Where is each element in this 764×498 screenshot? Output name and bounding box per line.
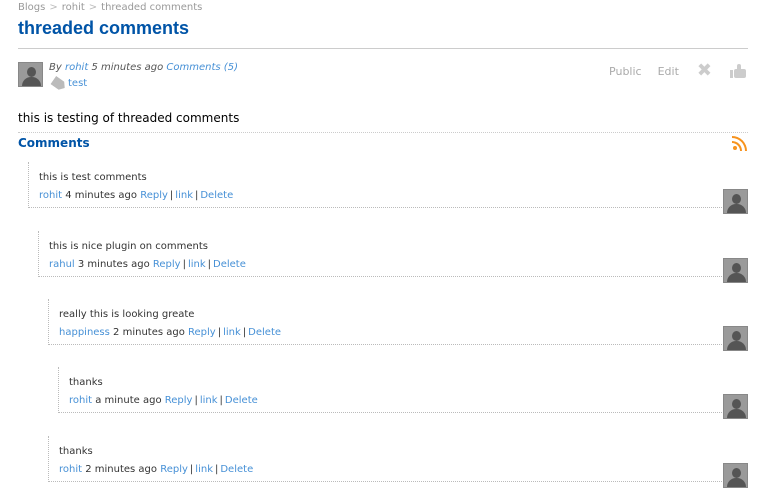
comment-item: this is test comments rohit 4 minutes ag… [28,162,748,208]
delete-link[interactable]: Delete [225,395,258,406]
comment-author-link[interactable]: rohit [59,464,82,475]
comment-author-link[interactable]: happiness [59,327,110,338]
breadcrumb: Blogs > rohit > threaded comments [18,2,202,13]
post-byline: By rohit 5 minutes ago Comments (5) [49,62,238,73]
permalink[interactable]: link [200,395,218,406]
breadcrumb-blogs[interactable]: Blogs [18,2,45,13]
comment-author-link[interactable]: rahul [49,259,75,270]
comment-meta: rohit a minute ago Reply | link | Delete [69,395,258,406]
comment-item: really this is looking greate happiness … [48,299,748,345]
comment-meta: happiness 2 minutes ago Reply | link | Delet… [59,327,282,338]
comment-author-link[interactable]: rohit [69,395,92,406]
delete-link[interactable]: Delete [220,464,253,475]
breadcrumb-separator: > [88,2,98,13]
comment-avatar[interactable] [723,189,748,214]
owner-avatar[interactable] [18,62,43,87]
comment-item: this is nice plugin on comments rahul 3 … [38,231,748,277]
delete-link[interactable]: Delete [248,327,281,338]
comments-heading: Comments [18,136,90,150]
permalink[interactable]: link [195,464,213,475]
comment-avatar[interactable] [723,326,748,351]
title-divider [18,48,748,49]
delete-icon[interactable]: ✖ [697,62,712,80]
reply-link[interactable]: Reply [153,259,181,270]
author-link[interactable]: rohit [65,62,88,73]
comment-avatar[interactable] [723,258,748,283]
tag-icon [50,75,67,91]
comments-count-link[interactable]: Comments (5) [166,62,238,73]
reply-link[interactable]: Reply [140,190,168,201]
comment-time: a minute ago [95,395,162,406]
breadcrumb-separator: > [49,2,58,13]
delete-link[interactable]: Delete [213,259,246,270]
delete-link[interactable]: Delete [200,190,233,201]
reply-link[interactable]: Reply [188,327,216,338]
breadcrumb-current: threaded comments [101,2,203,13]
post-body: this is testing of threaded comments [18,111,240,125]
comment-text: thanks [59,446,93,457]
comment-meta: rohit 2 minutes ago Reply | link | Delete [59,464,254,475]
edit-link[interactable]: Edit [658,65,679,78]
permalink[interactable]: link [175,190,193,201]
permalink[interactable]: link [188,259,206,270]
comment-item: thanks rohit a minute ago Reply | link | Del… [58,367,748,413]
tag-link[interactable]: test [68,78,87,89]
comment-avatar[interactable] [723,394,748,419]
byline-prefix: By [49,62,62,73]
rss-icon[interactable] [732,136,747,151]
post-tags: test [52,78,87,89]
permalink[interactable]: link [223,327,241,338]
comment-text: this is nice plugin on comments [49,241,208,252]
comment-meta: rohit 4 minutes ago Reply | link | Delete [39,190,234,201]
access-level: Public [609,64,642,78]
breadcrumb-rohit[interactable]: rohit [62,2,85,13]
comment-time: 2 minutes ago [113,327,185,338]
comment-time: 2 minutes ago [85,464,158,475]
comment-text: this is test comments [39,172,147,183]
comment-item: thanks rohit 2 minutes ago Reply | link | De… [48,436,748,482]
comment-text: thanks [69,377,103,388]
comment-text: really this is looking greate [59,309,195,320]
comment-avatar[interactable] [723,463,748,488]
page-title: threaded comments [18,18,190,38]
entity-menu: Public Edit ✖ [593,62,746,80]
reply-link[interactable]: Reply [160,464,188,475]
comment-meta: rahul 3 minutes ago Reply | link | Delete [49,259,246,270]
like-icon[interactable] [730,64,746,78]
reply-link[interactable]: Reply [165,395,193,406]
comment-time: 3 minutes ago [77,259,150,270]
comment-time: 4 minutes ago [65,190,138,201]
post-time: 5 minutes ago [91,62,164,73]
comment-author-link[interactable]: rohit [39,190,62,201]
body-divider [18,132,748,133]
